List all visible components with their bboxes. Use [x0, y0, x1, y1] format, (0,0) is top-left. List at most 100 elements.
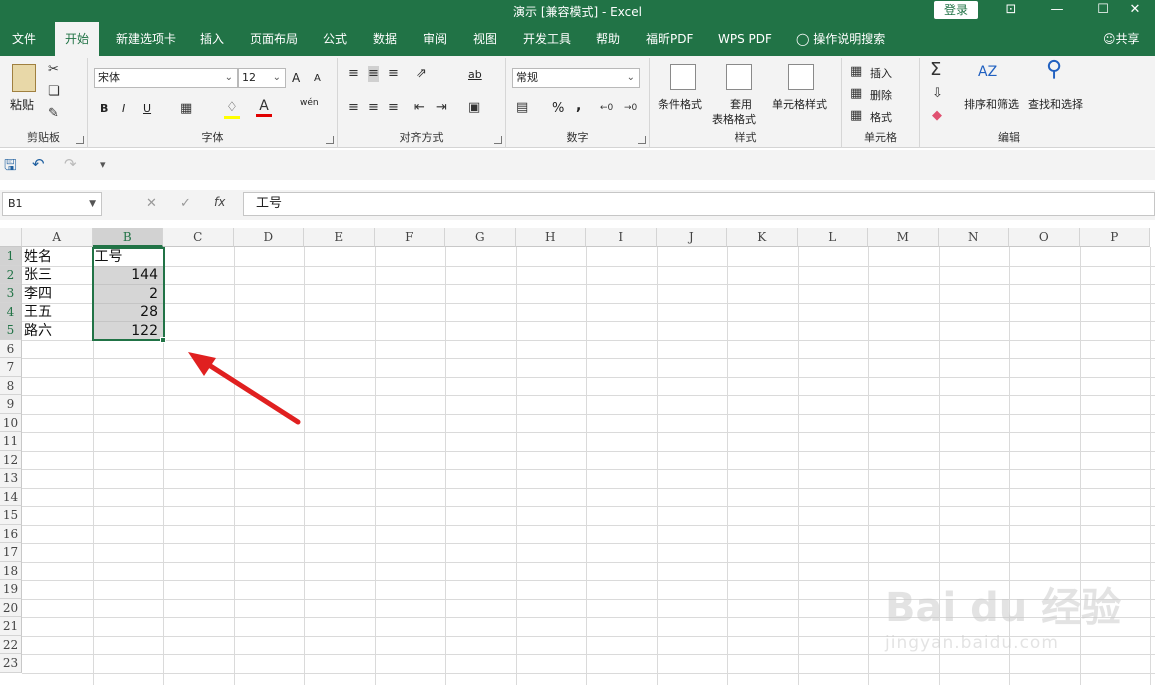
redo-icon[interactable]: ↷ — [64, 155, 77, 173]
font-size-select[interactable]: 12 ⌄ — [238, 68, 286, 88]
tab-developer[interactable]: 开发工具 — [523, 22, 571, 56]
column-header[interactable]: A — [22, 228, 93, 247]
column-header[interactable]: K — [727, 228, 798, 247]
minimize-button[interactable]: — — [1034, 0, 1080, 22]
font-name-select[interactable]: 宋体 ⌄ — [94, 68, 238, 88]
name-box[interactable]: B1 ▼ — [2, 192, 102, 216]
tell-me-search[interactable]: ◯ 操作说明搜索 — [796, 22, 885, 56]
column-header[interactable]: E — [304, 228, 375, 247]
tab-data[interactable]: 数据 — [373, 22, 397, 56]
search-icon[interactable]: ⚲ — [1046, 59, 1062, 81]
insert-cells-icon[interactable]: ▦ — [850, 64, 862, 80]
cell-a4[interactable]: 王五 — [24, 303, 91, 321]
column-header[interactable]: P — [1079, 228, 1150, 247]
column-header[interactable]: I — [586, 228, 657, 247]
tab-wps-pdf[interactable]: WPS PDF — [718, 22, 772, 56]
column-header[interactable]: J — [656, 228, 727, 247]
format-table-label-2[interactable]: 表格格式 — [712, 111, 756, 127]
insert-label[interactable]: 插入 — [870, 65, 892, 81]
column-header[interactable]: D — [233, 228, 304, 247]
ribbon-display-icon[interactable]: ⊡ — [988, 0, 1034, 22]
decrease-decimal-icon[interactable]: →0 — [624, 100, 637, 116]
align-left-icon[interactable]: ≡ — [348, 100, 359, 116]
bold-button[interactable]: B — [100, 102, 108, 115]
row-header[interactable]: 11 — [0, 432, 22, 451]
phonetic-button[interactable]: wén — [300, 98, 319, 108]
number-format-select[interactable]: 常规 ⌄ — [512, 68, 640, 88]
cell-b2[interactable]: 144 — [95, 266, 162, 284]
cell-a1[interactable]: 姓名 — [24, 248, 91, 266]
conditional-format-icon[interactable] — [670, 64, 696, 90]
row-header[interactable]: 7 — [0, 358, 22, 377]
row-header[interactable]: 17 — [0, 543, 22, 562]
alignment-launcher-icon[interactable] — [494, 136, 502, 144]
row-header[interactable]: 15 — [0, 506, 22, 525]
orientation-icon[interactable]: ⇗ — [416, 66, 427, 82]
cell-a5[interactable]: 路六 — [24, 322, 91, 340]
customize-qat-icon[interactable]: ▾ — [100, 158, 106, 171]
cut-icon[interactable]: ✂ — [48, 62, 59, 78]
percent-button[interactable]: % — [552, 101, 564, 116]
format-painter-icon[interactable]: ✎ — [48, 106, 59, 122]
cell-b3[interactable]: 2 — [95, 285, 162, 303]
row-header[interactable]: 20 — [0, 598, 22, 617]
cancel-icon[interactable]: ✕ — [146, 196, 157, 211]
cell-b5[interactable]: 122 — [95, 322, 162, 340]
tab-page-layout[interactable]: 页面布局 — [250, 22, 298, 56]
format-label[interactable]: 格式 — [870, 109, 892, 125]
underline-button[interactable]: U — [143, 102, 151, 115]
shrink-font-button[interactable]: A — [314, 73, 321, 84]
row-header[interactable]: 14 — [0, 487, 22, 506]
row-header[interactable]: 2 — [0, 265, 22, 284]
italic-button[interactable]: I — [122, 102, 125, 115]
autosum-icon[interactable]: Σ — [930, 61, 941, 79]
row-header[interactable]: 1 — [0, 247, 22, 266]
merge-center-icon[interactable]: ▣ — [468, 100, 480, 116]
increase-decimal-icon[interactable]: ←0 — [600, 100, 613, 116]
format-cells-icon[interactable]: ▦ — [850, 108, 862, 124]
clipboard-launcher-icon[interactable] — [76, 136, 84, 144]
align-middle-icon[interactable]: ≡ — [368, 66, 379, 82]
tab-new[interactable]: 新建选项卡 — [116, 22, 176, 56]
column-header[interactable]: N — [938, 228, 1009, 247]
close-button[interactable]: ✕ — [1112, 0, 1155, 22]
row-header[interactable]: 21 — [0, 617, 22, 636]
number-launcher-icon[interactable] — [638, 136, 646, 144]
tab-review[interactable]: 审阅 — [423, 22, 447, 56]
row-header[interactable]: 5 — [0, 321, 22, 340]
tab-foxit-pdf[interactable]: 福昕PDF — [646, 22, 693, 56]
decrease-indent-icon[interactable]: ⇤ — [414, 100, 425, 116]
border-icon[interactable]: ▦ — [180, 101, 192, 117]
font-color-icon[interactable]: A — [256, 98, 272, 117]
select-all-button[interactable] — [0, 228, 22, 247]
row-header[interactable]: 9 — [0, 395, 22, 414]
column-header[interactable]: F — [374, 228, 445, 247]
cell-styles-label[interactable]: 单元格样式 — [772, 96, 827, 112]
share-button[interactable]: ☺共享 — [1103, 22, 1140, 56]
copy-icon[interactable]: ❏ — [48, 84, 60, 100]
row-header[interactable]: 18 — [0, 561, 22, 580]
column-header[interactable]: B — [92, 228, 163, 247]
cell-a3[interactable]: 李四 — [24, 285, 91, 303]
tab-help[interactable]: 帮助 — [596, 22, 620, 56]
enter-icon[interactable]: ✓ — [180, 196, 191, 211]
cell-b4[interactable]: 28 — [95, 303, 162, 321]
sort-filter-label[interactable]: 排序和筛选 — [964, 96, 1019, 112]
save-icon[interactable]: 🖫 — [4, 155, 17, 180]
row-header[interactable]: 12 — [0, 450, 22, 469]
delete-label[interactable]: 删除 — [870, 87, 892, 103]
paste-label[interactable]: 粘贴 — [10, 96, 34, 113]
font-launcher-icon[interactable] — [326, 136, 334, 144]
wrap-text-button[interactable]: ab — [468, 68, 482, 81]
row-header[interactable]: 16 — [0, 524, 22, 543]
column-header[interactable]: H — [515, 228, 586, 247]
grow-font-button[interactable]: A — [292, 71, 300, 85]
clear-icon[interactable]: ◆ — [932, 108, 942, 124]
tab-file[interactable]: 文件 — [12, 22, 36, 56]
align-right-icon[interactable]: ≡ — [388, 100, 399, 116]
row-header[interactable]: 13 — [0, 469, 22, 488]
login-button[interactable]: 登录 — [934, 1, 978, 19]
comma-button[interactable]: , — [576, 98, 581, 114]
align-top-icon[interactable]: ≡ — [348, 66, 359, 82]
formula-input[interactable]: 工号 — [243, 192, 1155, 216]
